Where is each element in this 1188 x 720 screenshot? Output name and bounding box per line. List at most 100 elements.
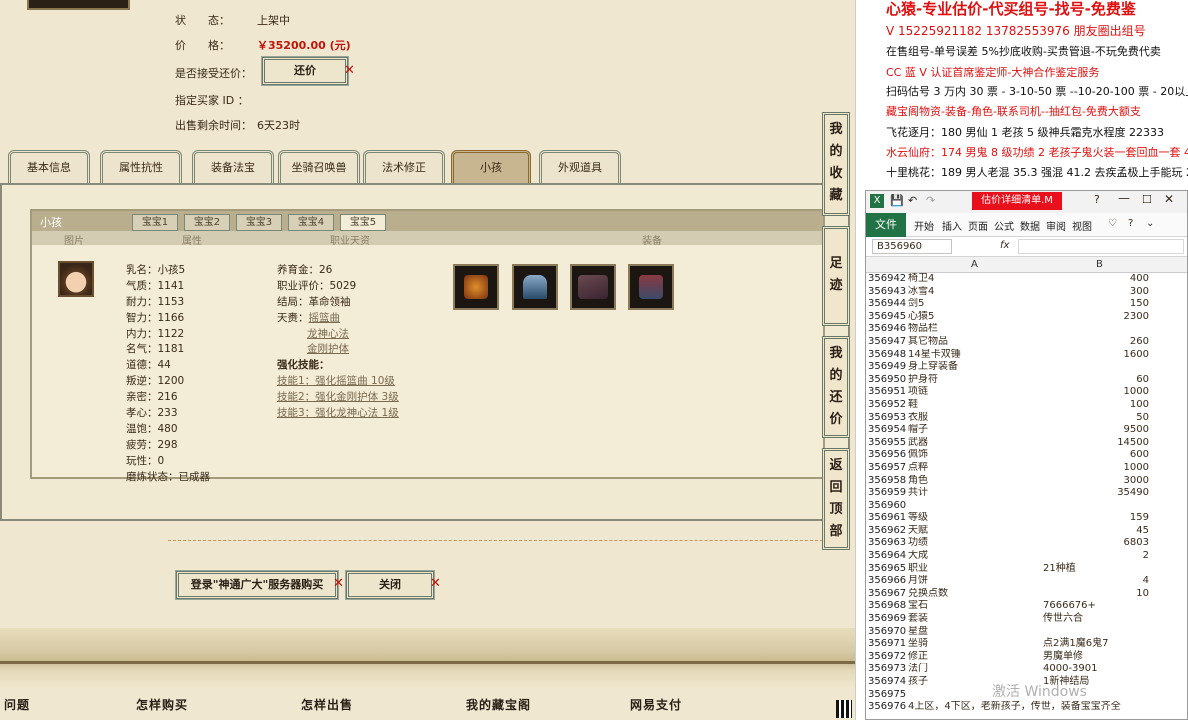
- question-icon[interactable]: ?: [1128, 218, 1133, 229]
- row-number[interactable]: 356961: [868, 512, 906, 525]
- tab-basic-info[interactable]: 基本信息: [8, 150, 90, 184]
- cell-a[interactable]: 修正: [908, 651, 1042, 664]
- cell-b[interactable]: 传世六合: [1043, 613, 1149, 626]
- tab-appearance[interactable]: 外观道具: [539, 150, 621, 184]
- cell-b[interactable]: 100: [1043, 399, 1149, 412]
- cell-b[interactable]: 3000: [1043, 475, 1149, 488]
- my-bargains-button[interactable]: 我的还价: [822, 336, 850, 438]
- minimize-icon[interactable]: —: [1118, 191, 1130, 205]
- ribbon-tab-data[interactable]: 数据: [1020, 218, 1040, 233]
- heart-icon[interactable]: ♡: [1108, 218, 1117, 229]
- bargain-button[interactable]: 还价: [262, 57, 348, 85]
- cell-a[interactable]: 宝石: [908, 600, 1042, 613]
- row-number[interactable]: 356952: [868, 399, 906, 412]
- equipment-slot-4[interactable]: [628, 264, 674, 310]
- cell-a[interactable]: 武器: [908, 437, 1042, 450]
- my-favorites-button[interactable]: 我的收藏: [822, 112, 850, 216]
- row-number[interactable]: 356975: [868, 689, 906, 702]
- cell-b[interactable]: 400: [1043, 273, 1149, 286]
- cell-a[interactable]: 心猿5: [908, 311, 1042, 324]
- row-number[interactable]: 356962: [868, 525, 906, 538]
- cell-a[interactable]: 坐骑: [908, 638, 1042, 651]
- row-number[interactable]: 356956: [868, 449, 906, 462]
- redo-icon[interactable]: ↷: [926, 194, 935, 207]
- cell-a[interactable]: 14星卡双锤: [908, 349, 1042, 362]
- cell-a[interactable]: 功绩: [908, 537, 1042, 550]
- talent-link-1[interactable]: 摇篮曲: [309, 312, 341, 324]
- cell-b[interactable]: 2300: [1043, 311, 1149, 324]
- tab-spell-mods[interactable]: 法术修正: [363, 150, 445, 184]
- cell-a[interactable]: 角色: [908, 475, 1042, 488]
- cell-a[interactable]: 天赋: [908, 525, 1042, 538]
- cell-b[interactable]: 2: [1043, 550, 1149, 563]
- cell-b[interactable]: 260: [1043, 336, 1149, 349]
- cell-a[interactable]: 护身符: [908, 374, 1042, 387]
- cell-a[interactable]: 法门: [908, 663, 1042, 676]
- row-number[interactable]: 356960: [868, 500, 906, 513]
- row-number[interactable]: 356973: [868, 663, 906, 676]
- cell-b[interactable]: 150: [1043, 298, 1149, 311]
- cell-b[interactable]: 45: [1043, 525, 1149, 538]
- undo-icon[interactable]: ↶: [908, 194, 917, 207]
- cell-a[interactable]: 大成: [908, 550, 1042, 563]
- cell-a[interactable]: 佩饰: [908, 449, 1042, 462]
- cell-a[interactable]: 兑换点数: [908, 588, 1042, 601]
- skill-link-2[interactable]: 技能2：强化金刚护体 3级: [277, 391, 399, 403]
- row-number[interactable]: 356965: [868, 563, 906, 576]
- equipment-slot-1[interactable]: [453, 264, 499, 310]
- col-b-header[interactable]: B: [1096, 259, 1103, 270]
- cell-b[interactable]: 35490: [1043, 487, 1149, 500]
- ribbon-tab-home[interactable]: 开始: [914, 218, 934, 233]
- nav-faq[interactable]: 问题: [4, 696, 30, 713]
- row-number[interactable]: 356971: [868, 638, 906, 651]
- nav-my-treasure[interactable]: 我的藏宝阁: [466, 696, 531, 713]
- row-number[interactable]: 356948: [868, 349, 906, 362]
- cell-b[interactable]: 600: [1043, 449, 1149, 462]
- cell-a[interactable]: 鞋: [908, 399, 1042, 412]
- row-number[interactable]: 356974: [868, 676, 906, 689]
- cell-a[interactable]: 其它物品: [908, 336, 1042, 349]
- back-to-top-button[interactable]: 返回顶部: [822, 448, 850, 550]
- skill-link-3[interactable]: 技能3：强化龙神心法 1级: [277, 407, 399, 419]
- row-number[interactable]: 356954: [868, 424, 906, 437]
- cell-b[interactable]: 点2满1魔6鬼7: [1043, 638, 1149, 651]
- cell-a[interactable]: 帽子: [908, 424, 1042, 437]
- cell-b[interactable]: 4: [1043, 575, 1149, 588]
- cell-a[interactable]: 套装: [908, 613, 1042, 626]
- cell-b[interactable]: 1000: [1043, 386, 1149, 399]
- cell-b[interactable]: 60: [1043, 374, 1149, 387]
- row-number[interactable]: 356959: [868, 487, 906, 500]
- cell-a[interactable]: 冰雪4: [908, 286, 1042, 299]
- talent-link-2[interactable]: 龙神心法: [307, 328, 349, 340]
- help-icon[interactable]: ?: [1094, 193, 1100, 206]
- row-number[interactable]: 356942: [868, 273, 906, 286]
- ribbon-tab-page[interactable]: 页面: [968, 218, 988, 233]
- row-number[interactable]: 356955: [868, 437, 906, 450]
- baby-tab-1[interactable]: 宝宝1: [132, 214, 178, 231]
- row-number[interactable]: 356968: [868, 600, 906, 613]
- nav-netease-pay[interactable]: 网易支付: [630, 696, 682, 713]
- close-window-icon[interactable]: ✕: [1164, 192, 1174, 206]
- chevron-down-icon[interactable]: ⌄: [1146, 218, 1154, 229]
- ribbon-tab-review[interactable]: 审阅: [1046, 218, 1066, 233]
- cell-b[interactable]: 10: [1043, 588, 1149, 601]
- row-number[interactable]: 356957: [868, 462, 906, 475]
- talent-link-3[interactable]: 金刚护体: [307, 343, 349, 355]
- cell-a[interactable]: 衣服: [908, 412, 1042, 425]
- ribbon-tab-insert[interactable]: 插入: [942, 218, 962, 233]
- row-number[interactable]: 356967: [868, 588, 906, 601]
- row-number[interactable]: 356972: [868, 651, 906, 664]
- cell-b[interactable]: 1000: [1043, 462, 1149, 475]
- tab-child[interactable]: 小孩: [451, 150, 531, 184]
- tab-attributes[interactable]: 属性抗性: [100, 150, 182, 184]
- baby-tab-4[interactable]: 宝宝4: [288, 214, 334, 231]
- row-number[interactable]: 356970: [868, 626, 906, 639]
- cell-a[interactable]: 共计: [908, 487, 1042, 500]
- cell-b[interactable]: 300: [1043, 286, 1149, 299]
- login-buy-button[interactable]: 登录"神通广大"服务器购买: [176, 571, 338, 599]
- file-tab[interactable]: 文件: [866, 213, 906, 237]
- ribbon-tab-formulas[interactable]: 公式: [994, 218, 1014, 233]
- row-number[interactable]: 356958: [868, 475, 906, 488]
- cell-b[interactable]: 14500: [1043, 437, 1149, 450]
- cell-a[interactable]: 月饼: [908, 575, 1042, 588]
